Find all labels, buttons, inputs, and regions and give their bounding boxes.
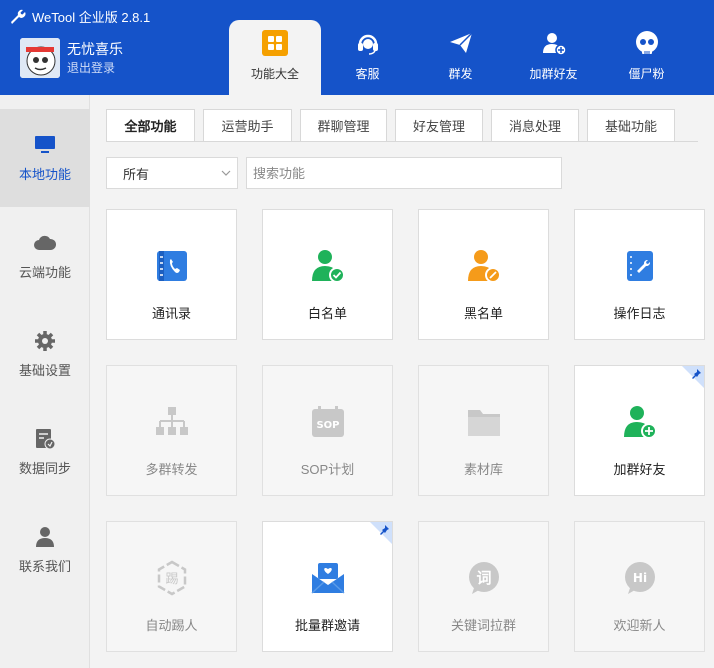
gear-icon [33, 329, 57, 353]
card-label: 通讯录 [151, 306, 191, 321]
tab-all-features[interactable]: 全部功能 [106, 109, 195, 141]
content-area: 全部功能 运营助手 群聊管理 好友管理 消息处理 基础功能 所有 通讯录 白名单… [91, 95, 714, 668]
headset-icon [354, 29, 382, 57]
keyword-icon: 词 [464, 558, 504, 598]
tab-friend-management[interactable]: 好友管理 [395, 109, 483, 141]
card-label: 多群转发 [145, 462, 198, 477]
feature-card-whitelist[interactable]: 白名单 [262, 209, 393, 340]
feature-card-batch-group-invite[interactable]: 批量群邀请 [262, 521, 393, 652]
tab-operations-assistant[interactable]: 运营助手 [203, 109, 292, 141]
tabs-divider [106, 141, 698, 142]
feature-card-operation-log[interactable]: 操作日志 [574, 209, 705, 340]
logout-link[interactable]: 退出登录 [67, 60, 123, 76]
person-icon [33, 525, 57, 549]
card-label: 批量群邀请 [294, 618, 360, 633]
feature-card-auto-kick[interactable]: 踢 自动踢人 [106, 521, 237, 652]
card-label: 欢迎新人 [613, 618, 666, 633]
feature-card-sop-plan[interactable]: SOP SOP计划 [262, 365, 393, 496]
svg-text:Hi: Hi [632, 571, 646, 585]
skull-icon [633, 29, 661, 57]
nav-label: 加群好友 [529, 67, 578, 81]
cloud-icon [33, 231, 57, 255]
sidebar-item-basic-settings[interactable]: 基础设置 [0, 305, 90, 403]
sidebar-item-cloud-features[interactable]: 云端功能 [0, 207, 90, 305]
svg-text:词: 词 [476, 569, 491, 587]
sidebar-item-label: 云端功能 [18, 265, 71, 280]
category-select[interactable]: 所有 [106, 157, 238, 189]
nav-label: 群发 [448, 67, 473, 81]
card-label: 自动踢人 [145, 618, 198, 633]
pin-icon[interactable] [690, 368, 702, 380]
nav-label: 客服 [355, 67, 380, 81]
nav-item-all-features[interactable]: 功能大全 [229, 20, 321, 95]
top-header: WeTool 企业版 2.8.1 无忧喜乐 退出登录 功能大全 客服 群发 加群… [0, 0, 714, 95]
category-select-value: 所有 [123, 166, 150, 182]
feature-card-contacts[interactable]: 通讯录 [106, 209, 237, 340]
nav-label: 僵尸粉 [628, 67, 665, 81]
sidebar-item-label: 基础设置 [18, 363, 71, 378]
pin-icon[interactable] [378, 524, 390, 536]
user-name: 无忧喜乐 [67, 41, 123, 57]
feature-card-blacklist[interactable]: 黑名单 [418, 209, 549, 340]
card-label: 白名单 [307, 306, 347, 321]
chevron-down-icon [221, 170, 231, 176]
sidebar-item-data-sync[interactable]: 数据同步 [0, 403, 90, 501]
feature-card-keyword-group[interactable]: 词 关键词拉群 [418, 521, 549, 652]
whitelist-user-icon [308, 246, 348, 286]
folder-icon [464, 402, 504, 442]
blacklist-user-icon [464, 246, 504, 286]
title-bar: WeTool 企业版 2.8.1 [8, 6, 150, 26]
user-panel: 无忧喜乐 退出登录 [20, 38, 123, 78]
card-label: 加群好友 [613, 462, 666, 477]
sidebar-item-local-features[interactable]: 本地功能 [0, 109, 90, 207]
invite-mail-icon [308, 558, 348, 598]
sidebar-item-label: 联系我们 [18, 559, 71, 574]
sidebar-item-label: 本地功能 [18, 167, 71, 182]
hi-bubble-icon: Hi [620, 558, 660, 598]
nav-item-customer-service[interactable]: 客服 [321, 20, 414, 95]
nav-item-broadcast[interactable]: 群发 [414, 20, 507, 95]
sidebar-item-contact-us[interactable]: 联系我们 [0, 501, 90, 599]
card-label: 素材库 [463, 462, 503, 477]
svg-text:SOP: SOP [316, 420, 339, 431]
search-input[interactable] [246, 157, 562, 189]
app-title: WeTool 企业版 2.8.1 [32, 9, 151, 25]
nav-label: 功能大全 [250, 67, 299, 81]
card-label: SOP计划 [300, 462, 355, 477]
add-friend-icon [620, 402, 660, 442]
contacts-book-icon [152, 246, 192, 286]
main-nav: 功能大全 客服 群发 加群好友 僵尸粉 [229, 20, 693, 95]
category-tabs: 全部功能 运营助手 群聊管理 好友管理 消息处理 基础功能 [106, 109, 683, 141]
card-label: 黑名单 [463, 306, 503, 321]
avatar[interactable] [20, 38, 60, 78]
svg-text:踢: 踢 [165, 572, 178, 587]
nav-item-add-group-friends[interactable]: 加群好友 [507, 20, 600, 95]
log-book-icon [620, 246, 660, 286]
nav-item-zombie-fans[interactable]: 僵尸粉 [600, 20, 693, 95]
sidebar: 本地功能 云端功能 基础设置 数据同步 联系我们 [0, 95, 90, 668]
tab-basic-features[interactable]: 基础功能 [587, 109, 675, 141]
paper-plane-icon [447, 29, 475, 57]
grid-icon [261, 29, 289, 57]
tab-group-management[interactable]: 群聊管理 [300, 109, 387, 141]
sop-calendar-icon: SOP [308, 402, 348, 442]
add-user-icon [540, 29, 568, 57]
sync-doc-icon [33, 427, 57, 451]
card-label: 关键词拉群 [450, 618, 516, 633]
feature-card-multi-group-forward[interactable]: 多群转发 [106, 365, 237, 496]
org-tree-icon [152, 402, 192, 442]
kick-icon: 踢 [152, 558, 192, 598]
card-label: 操作日志 [613, 306, 666, 321]
tab-message-processing[interactable]: 消息处理 [491, 109, 579, 141]
wrench-logo-icon [11, 9, 26, 24]
sidebar-item-label: 数据同步 [18, 461, 71, 476]
feature-card-material-library[interactable]: 素材库 [418, 365, 549, 496]
feature-card-welcome-newcomer[interactable]: Hi 欢迎新人 [574, 521, 705, 652]
feature-card-add-group-friends[interactable]: 加群好友 [574, 365, 705, 496]
monitor-icon [33, 133, 57, 157]
